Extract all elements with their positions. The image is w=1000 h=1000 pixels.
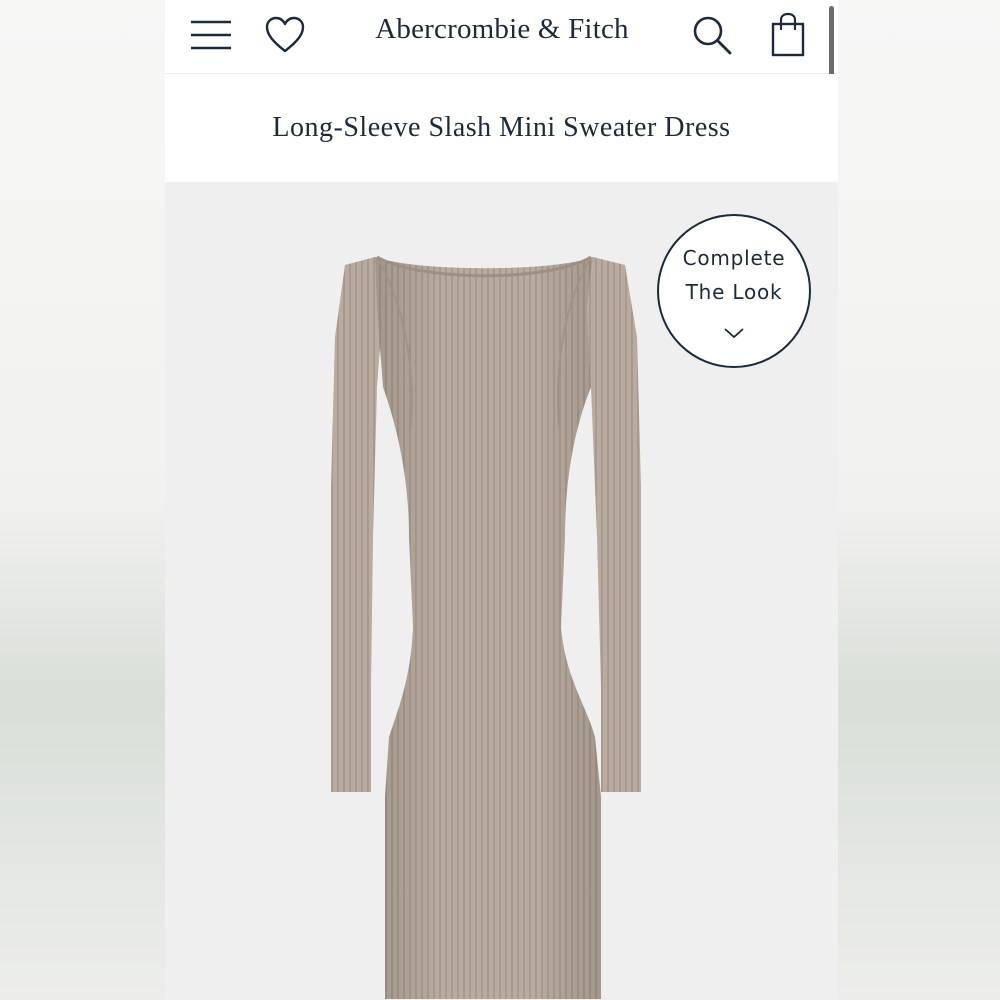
heart-icon[interactable] [264, 15, 306, 55]
site-header: Abercrombie & Fitch [165, 0, 838, 94]
background-left [0, 0, 165, 1000]
brand-logo[interactable]: Abercrombie & Fitch [355, 13, 649, 46]
complete-the-look-line2: The Look [685, 280, 783, 304]
product-image-area[interactable]: Complete The Look [165, 182, 838, 1000]
complete-the-look-line1: Complete [682, 246, 786, 270]
chevron-down-icon [724, 328, 744, 339]
background-right [838, 0, 1000, 1000]
search-icon[interactable] [691, 14, 733, 56]
product-image[interactable] [325, 237, 645, 1000]
hamburger-menu-icon[interactable] [189, 18, 233, 52]
product-title-band: Long-Sleeve Slash Mini Sweater Dress [165, 74, 838, 182]
complete-the-look-button[interactable]: Complete The Look [657, 214, 811, 368]
mobile-page: Abercrombie & Fitch Long-Sleeve Slash Mi… [165, 0, 838, 1000]
product-title: Long-Sleeve Slash Mini Sweater Dress [272, 112, 731, 143]
shopping-bag-icon[interactable] [768, 12, 808, 58]
